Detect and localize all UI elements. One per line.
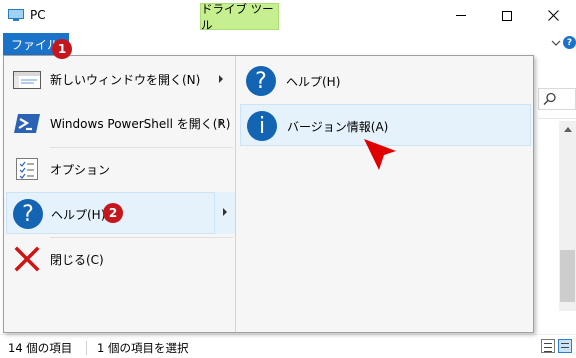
details-view-button[interactable] [541, 339, 555, 353]
close-icon [547, 10, 559, 21]
file-menu-commands: 新しいウィンドウを開く(N) Windows PowerShell を開く(R) [4, 56, 235, 332]
scroll-up-button[interactable] [559, 121, 576, 138]
step-badge-2: 2 [103, 203, 123, 223]
submenu-item-label: ヘルプ(H) [286, 75, 341, 89]
minimize-button[interactable] [438, 0, 484, 31]
submenu-item-help[interactable]: ? ヘルプ(H) [240, 60, 531, 102]
divider [538, 118, 576, 119]
scrollbar-thumb[interactable] [560, 250, 575, 302]
window-title: PC [30, 8, 46, 22]
step-badge-1: 1 [52, 39, 72, 59]
submenu-item-label: バージョン情報(A) [287, 120, 389, 134]
submenu-expand-button[interactable] [214, 192, 235, 234]
ribbon-expand-icon[interactable] [549, 36, 563, 50]
selection-count: 1 個の項目を選択 [97, 341, 189, 355]
options-icon [12, 154, 42, 184]
powershell-icon [12, 108, 42, 138]
status-separator [86, 341, 87, 355]
menu-item-label: 閉じる(C) [50, 253, 104, 267]
submenu-arrow-icon [219, 75, 223, 83]
help-icon[interactable]: ? [563, 36, 576, 49]
menu-item-new-window[interactable]: 新しいウィンドウを開く(N) [6, 58, 235, 100]
computer-icon [8, 9, 24, 22]
menu-item-powershell[interactable]: Windows PowerShell を開く(R) [6, 102, 235, 144]
info-icon: i [247, 111, 277, 141]
new-window-icon [12, 64, 42, 94]
search-icon [543, 92, 556, 106]
close-button[interactable] [530, 0, 576, 31]
maximize-icon [502, 10, 512, 21]
search-box[interactable] [538, 88, 576, 110]
title-bar: PC ドライブ ツール [0, 0, 576, 32]
submenu-arrow-icon [223, 208, 227, 216]
menu-item-label: Windows PowerShell を開く(R) [50, 117, 231, 131]
item-count: 14 個の項目 [8, 341, 73, 355]
menu-item-label: 新しいウィンドウを開く(N) [50, 73, 201, 87]
submenu-arrow-icon [219, 119, 223, 127]
file-menu: 新しいウィンドウを開く(N) Windows PowerShell を開く(R) [3, 55, 534, 333]
large-icons-view-button[interactable] [558, 339, 572, 353]
ribbon-bar [0, 31, 576, 56]
menu-item-label: ヘルプ(H) [51, 208, 106, 222]
menu-item-options[interactable]: オプション [6, 148, 235, 190]
pointer-arrow-icon [364, 139, 396, 170]
help-icon: ? [13, 199, 43, 229]
menu-item-close[interactable]: 閉じる(C) [6, 238, 235, 280]
maximize-button[interactable] [484, 0, 530, 31]
status-bar: 14 個の項目 1 個の項目を選択 [0, 334, 576, 358]
menu-item-label: オプション [50, 163, 111, 177]
drive-tools-tab[interactable]: ドライブ ツール [200, 2, 279, 32]
minimize-icon [456, 15, 466, 16]
help-submenu: ? ヘルプ(H) i バージョン情報(A) [236, 56, 533, 332]
help-icon: ? [246, 66, 276, 96]
close-x-icon [12, 244, 42, 274]
chevron-up-icon [563, 127, 572, 132]
